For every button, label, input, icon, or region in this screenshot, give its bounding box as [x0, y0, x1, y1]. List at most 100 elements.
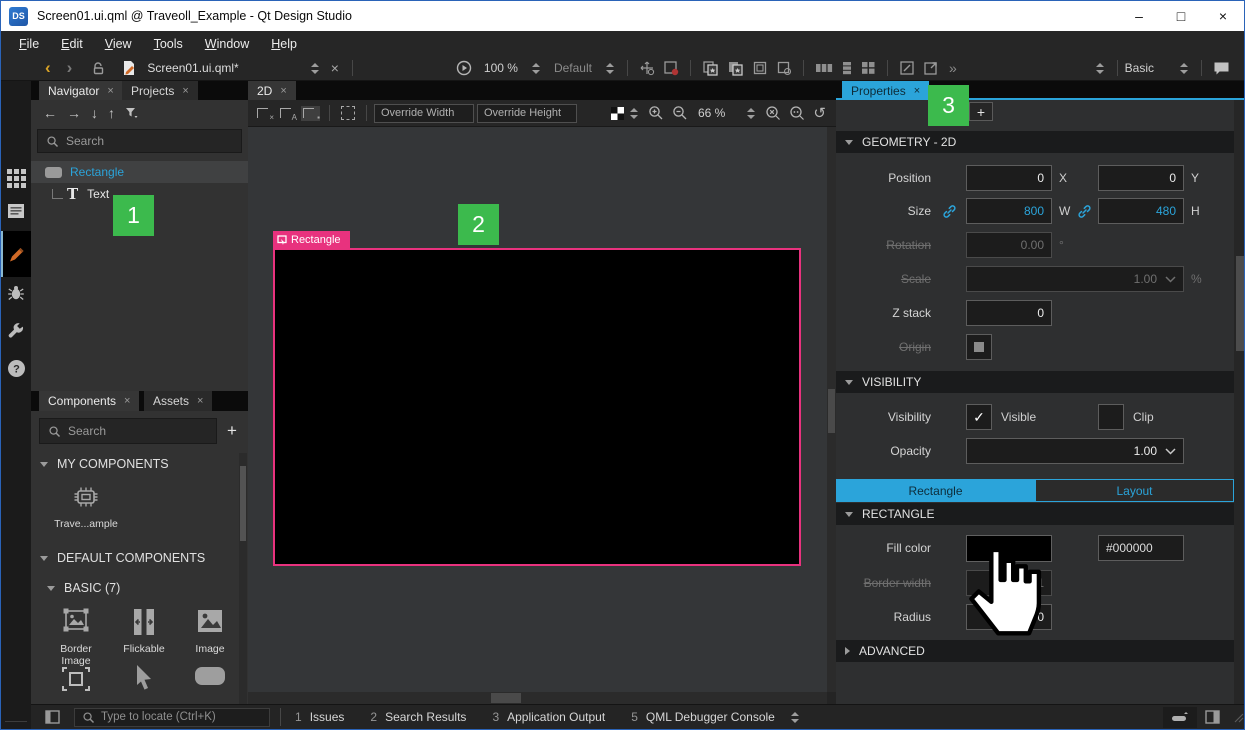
tab-navigator-close-icon[interactable]: × [107, 85, 113, 97]
canvas-hscrollbar[interactable] [248, 692, 827, 704]
welcome-mode-icon[interactable] [1, 169, 31, 188]
subtab-rectangle[interactable]: Rectangle [836, 479, 1035, 502]
minimize-button[interactable]: – [1118, 1, 1160, 31]
toolbar-overflow-button[interactable]: » [949, 60, 957, 76]
tab-projects-close-icon[interactable]: × [182, 85, 188, 97]
menu-edit[interactable]: Edit [51, 34, 93, 54]
menu-file[interactable]: File [9, 34, 49, 54]
tab-assets[interactable]: Assets × [144, 391, 212, 411]
properties-scrollbar-thumb[interactable] [1236, 256, 1244, 351]
subtab-layout[interactable]: Layout [1035, 479, 1234, 502]
pane-search-results[interactable]: 2 Search Results [366, 710, 470, 724]
toggle-right-sidebar-icon[interactable] [1205, 710, 1220, 724]
canvas-vscrollbar-thumb[interactable] [828, 389, 835, 433]
selection-label[interactable]: Rectangle [273, 231, 350, 248]
visible-checkbox[interactable]: ✓ [966, 404, 992, 430]
copy-style-icon[interactable] [698, 57, 723, 79]
edit-annotation-icon[interactable] [895, 57, 919, 79]
resize-grip[interactable] [1232, 711, 1244, 723]
add-component-button[interactable]: + [221, 418, 243, 444]
components-scrollbar-thumb[interactable] [240, 466, 246, 541]
background-spinner[interactable] [630, 108, 638, 119]
move-left-icon[interactable]: ← [43, 105, 57, 121]
rectangle-section-header[interactable]: RECTANGLE [836, 503, 1234, 525]
design-mode-active[interactable] [1, 231, 31, 277]
unlock-icon[interactable] [88, 57, 110, 79]
kit-spinner-left[interactable] [1096, 63, 1104, 74]
default-components-header[interactable]: DEFAULT COMPONENTS [40, 551, 205, 565]
tab-projects[interactable]: Projects × [122, 81, 198, 100]
toggle-left-sidebar-icon[interactable] [45, 710, 60, 724]
close-button[interactable]: × [1202, 1, 1244, 31]
locator-field[interactable] [74, 708, 270, 727]
move-anchor-icon[interactable] [635, 57, 659, 79]
columns-layout-icon[interactable] [811, 57, 837, 79]
bounding-rect-icon[interactable] [748, 57, 772, 79]
feedback-comment-icon[interactable] [1209, 57, 1234, 79]
component-border-image[interactable]: Border Image [45, 607, 107, 667]
basic-section-header[interactable]: BASIC (7) [47, 581, 120, 595]
geometry-section-header[interactable]: GEOMETRY - 2D [836, 131, 1234, 153]
pane-application-output[interactable]: 3 Application Output [488, 710, 609, 724]
document-spinner[interactable] [311, 63, 319, 74]
progress-details-button[interactable] [1163, 707, 1197, 728]
show-bounds-icon[interactable] [341, 106, 355, 120]
canvas-hscrollbar-thumb[interactable] [491, 693, 521, 703]
override-height-input[interactable] [484, 107, 570, 119]
visibility-section-header[interactable]: VISIBILITY [836, 371, 1234, 393]
menu-view[interactable]: View [95, 34, 142, 54]
pane-qml-debugger[interactable]: 5 QML Debugger Console [627, 710, 779, 724]
override-width-field[interactable] [374, 104, 474, 123]
run-preview-icon[interactable] [452, 57, 476, 79]
component-image[interactable]: Image [181, 607, 239, 655]
origin-button[interactable] [966, 334, 992, 360]
components-scrollbar[interactable] [239, 453, 247, 704]
tab-components-close-icon[interactable]: × [124, 395, 130, 407]
grid-layout-icon[interactable] [857, 57, 880, 79]
width-link-icon[interactable] [942, 204, 958, 219]
close-document-button[interactable]: × [325, 60, 345, 76]
back-button[interactable]: ‹ [41, 57, 55, 79]
tree-item-rectangle[interactable]: Rectangle [31, 161, 248, 183]
reset-zoom-icon[interactable]: ↺ [809, 102, 830, 124]
canvas-vscrollbar[interactable] [827, 127, 836, 692]
override-width-input[interactable] [381, 107, 467, 119]
component-mouse-area[interactable] [113, 663, 175, 695]
components-search[interactable] [39, 418, 217, 444]
output-pane-spinner[interactable] [791, 712, 799, 723]
help-mode-icon[interactable]: ? [1, 359, 31, 378]
zoom-in-icon[interactable] [644, 102, 668, 124]
component-item[interactable] [45, 663, 107, 695]
tab-assets-close-icon[interactable]: × [197, 395, 203, 407]
canvas-zoom-spinner[interactable] [747, 108, 755, 119]
selected-rectangle-item[interactable] [273, 248, 801, 566]
snap-items-icon[interactable]: ▪ [301, 106, 320, 121]
override-height-field[interactable] [477, 104, 577, 123]
style-spinner[interactable] [606, 63, 614, 74]
zoom-out-icon[interactable] [668, 102, 692, 124]
opacity-field[interactable]: 1.00 [966, 438, 1184, 464]
locator-input[interactable] [101, 711, 262, 723]
background-checker-icon[interactable] [611, 107, 624, 120]
fill-color-hex-field[interactable]: #000000 [1098, 535, 1184, 561]
tab-properties-close-icon[interactable]: × [914, 85, 920, 97]
my-components-header[interactable]: MY COMPONENTS [40, 457, 169, 471]
add-property-button[interactable]: + [969, 102, 993, 121]
tab-2d-close-icon[interactable]: × [280, 85, 286, 97]
scale-field[interactable]: 1.00 [966, 266, 1184, 292]
design-canvas[interactable]: Rectangle 2 [248, 127, 827, 692]
properties-scrollbar[interactable] [1234, 100, 1245, 704]
size-width-field[interactable]: 800 [966, 198, 1052, 224]
move-right-icon[interactable]: → [67, 105, 81, 121]
component-rectangle[interactable] [181, 663, 239, 689]
position-x-field[interactable]: 0 [966, 165, 1052, 191]
filter-icon[interactable] [125, 107, 138, 119]
reset-view-icon[interactable] [772, 57, 796, 79]
style-selector[interactable]: Default [554, 61, 592, 75]
menu-tools[interactable]: Tools [144, 34, 193, 54]
maximize-button[interactable]: □ [1160, 1, 1202, 31]
size-height-field[interactable]: 480 [1098, 198, 1184, 224]
zoom-fit-icon[interactable] [785, 102, 809, 124]
menu-window[interactable]: Window [195, 34, 259, 54]
component-item-custom[interactable]: Trave...ample [47, 483, 125, 530]
